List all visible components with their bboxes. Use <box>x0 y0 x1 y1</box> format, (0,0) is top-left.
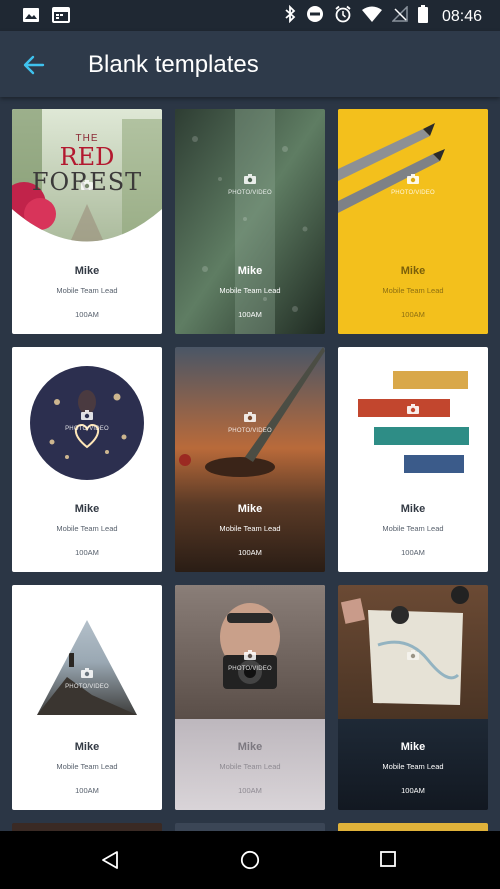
card-name: Mike <box>74 503 100 515</box>
card-role: Mobile Team Lead <box>56 762 118 771</box>
nav-recents-button[interactable] <box>379 850 397 873</box>
template-card[interactable]: PHOTO/VIDEO Mike Mobile Team Lead 100AM <box>175 585 325 810</box>
card-info: Mike Mobile Team Lead 100AM <box>338 503 488 557</box>
card-time: 100AM <box>401 786 425 795</box>
card-time: 100AM <box>401 310 425 319</box>
card-info: Mike Mobile Team Lead 100AM <box>175 503 325 557</box>
card-time: 100AM <box>75 548 99 557</box>
camera-icon <box>81 177 93 194</box>
card-role: Mobile Team Lead <box>382 524 444 533</box>
status-bar: 08:46 <box>0 0 500 31</box>
card-info: Mike Mobile Team Lead 100AM <box>12 265 162 319</box>
card-time: 100AM <box>238 786 262 795</box>
camera-icon <box>244 409 256 426</box>
camera-icon <box>244 171 256 188</box>
photo-video-placeholder[interactable]: PHOTO/VIDEO <box>220 171 280 196</box>
photo-video-placeholder[interactable]: PHOTO/VIDEO <box>57 407 117 432</box>
template-card[interactable] <box>338 823 488 831</box>
camera-icon <box>407 401 419 418</box>
template-card[interactable]: THE RED FOREST Mike Mobile Team Lead 100… <box>12 109 162 334</box>
photo-video-placeholder[interactable] <box>399 647 427 665</box>
camera-icon <box>407 647 419 664</box>
card-role: Mobile Team Lead <box>382 762 444 771</box>
template-card[interactable]: PHOTO/VIDEO Mike Mobile Team Lead 100AM <box>175 347 325 572</box>
nav-home-button[interactable] <box>240 850 260 875</box>
template-grid: THE RED FOREST Mike Mobile Team Lead 100… <box>0 97 500 831</box>
card-name: Mike <box>400 265 426 277</box>
arrow-left-icon <box>16 55 52 87</box>
card-name: Mike <box>74 741 100 753</box>
photo-video-placeholder[interactable]: PHOTO/VIDEO <box>383 171 443 196</box>
card-role: Mobile Team Lead <box>382 286 444 295</box>
card-name: Mike <box>237 741 263 753</box>
photo-video-placeholder[interactable] <box>75 177 99 195</box>
card-time: 100AM <box>238 310 262 319</box>
camera-icon <box>407 171 419 188</box>
battery-icon <box>417 5 428 28</box>
template-card[interactable]: PHOTO/VIDEO Mike Mobile Team Lead 100AM <box>175 109 325 334</box>
card-info: Mike Mobile Team Lead 100AM <box>175 265 325 319</box>
photo-video-placeholder[interactable]: PHOTO/VIDEO <box>220 409 280 434</box>
no-signal-icon <box>391 5 408 27</box>
photo-video-placeholder[interactable]: PHOTO/VIDEO <box>380 401 446 426</box>
card-time: 100AM <box>401 548 425 557</box>
back-button[interactable] <box>16 47 52 83</box>
card-role: Mobile Team Lead <box>56 286 118 295</box>
card-role: Mobile Team Lead <box>219 286 281 295</box>
card-role: Mobile Team Lead <box>56 524 118 533</box>
card-time: 100AM <box>238 548 262 557</box>
do-not-disturb-icon <box>306 5 324 28</box>
card-role: Mobile Team Lead <box>219 524 281 533</box>
card-info: Mike Mobile Team Lead 100AM <box>338 265 488 319</box>
clock: 08:46 <box>441 7 482 25</box>
template-card[interactable]: PHOTO/VIDEO Mike Mobile Team Lead 100AM <box>12 585 162 810</box>
back-triangle-icon <box>100 851 120 874</box>
card-info: Mike Mobile Team Lead 100AM <box>338 741 488 795</box>
template-card[interactable]: PHOTO/VIDEO Mike Mobile Team Lead 100AM <box>338 347 488 572</box>
card-name: Mike <box>400 741 426 753</box>
recents-square-icon <box>379 851 397 872</box>
template-card[interactable]: PHOTO/VIDEO Mike Mobile Team Lead 100AM <box>338 109 488 334</box>
card-name: Mike <box>74 265 100 277</box>
card-info: Mike Mobile Team Lead 100AM <box>12 741 162 795</box>
page-title: Blank templates <box>88 51 259 78</box>
template-card[interactable]: PHOTO/VIDEO Mike Mobile Team Lead 100AM <box>12 347 162 572</box>
camera-icon <box>81 407 93 424</box>
alarm-icon <box>334 5 352 28</box>
photo-video-placeholder[interactable]: PHOTO/VIDEO <box>57 665 117 690</box>
navigation-bar <box>0 831 500 889</box>
calendar-icon <box>52 7 70 28</box>
image-icon <box>22 7 40 28</box>
card-info: Mike Mobile Team Lead 100AM <box>175 741 325 795</box>
card-name: Mike <box>237 503 263 515</box>
card-info: Mike Mobile Team Lead 100AM <box>12 503 162 557</box>
photo-video-placeholder[interactable]: PHOTO/VIDEO <box>220 647 280 672</box>
camera-icon <box>81 665 93 682</box>
nav-back-button[interactable] <box>100 850 120 875</box>
card-time: 100AM <box>75 786 99 795</box>
camera-icon <box>244 647 256 664</box>
card-name: Mike <box>237 265 263 277</box>
wifi-icon <box>361 6 382 27</box>
card-role: Mobile Team Lead <box>219 762 281 771</box>
template-card[interactable] <box>12 823 162 831</box>
app-bar: Blank templates <box>0 31 500 97</box>
template-card[interactable] <box>175 823 325 831</box>
bluetooth-icon <box>284 4 296 28</box>
template-card[interactable]: Mike Mobile Team Lead 100AM <box>338 585 488 810</box>
card-name: Mike <box>400 503 426 515</box>
home-circle-icon <box>240 850 260 874</box>
card-time: 100AM <box>75 310 99 319</box>
